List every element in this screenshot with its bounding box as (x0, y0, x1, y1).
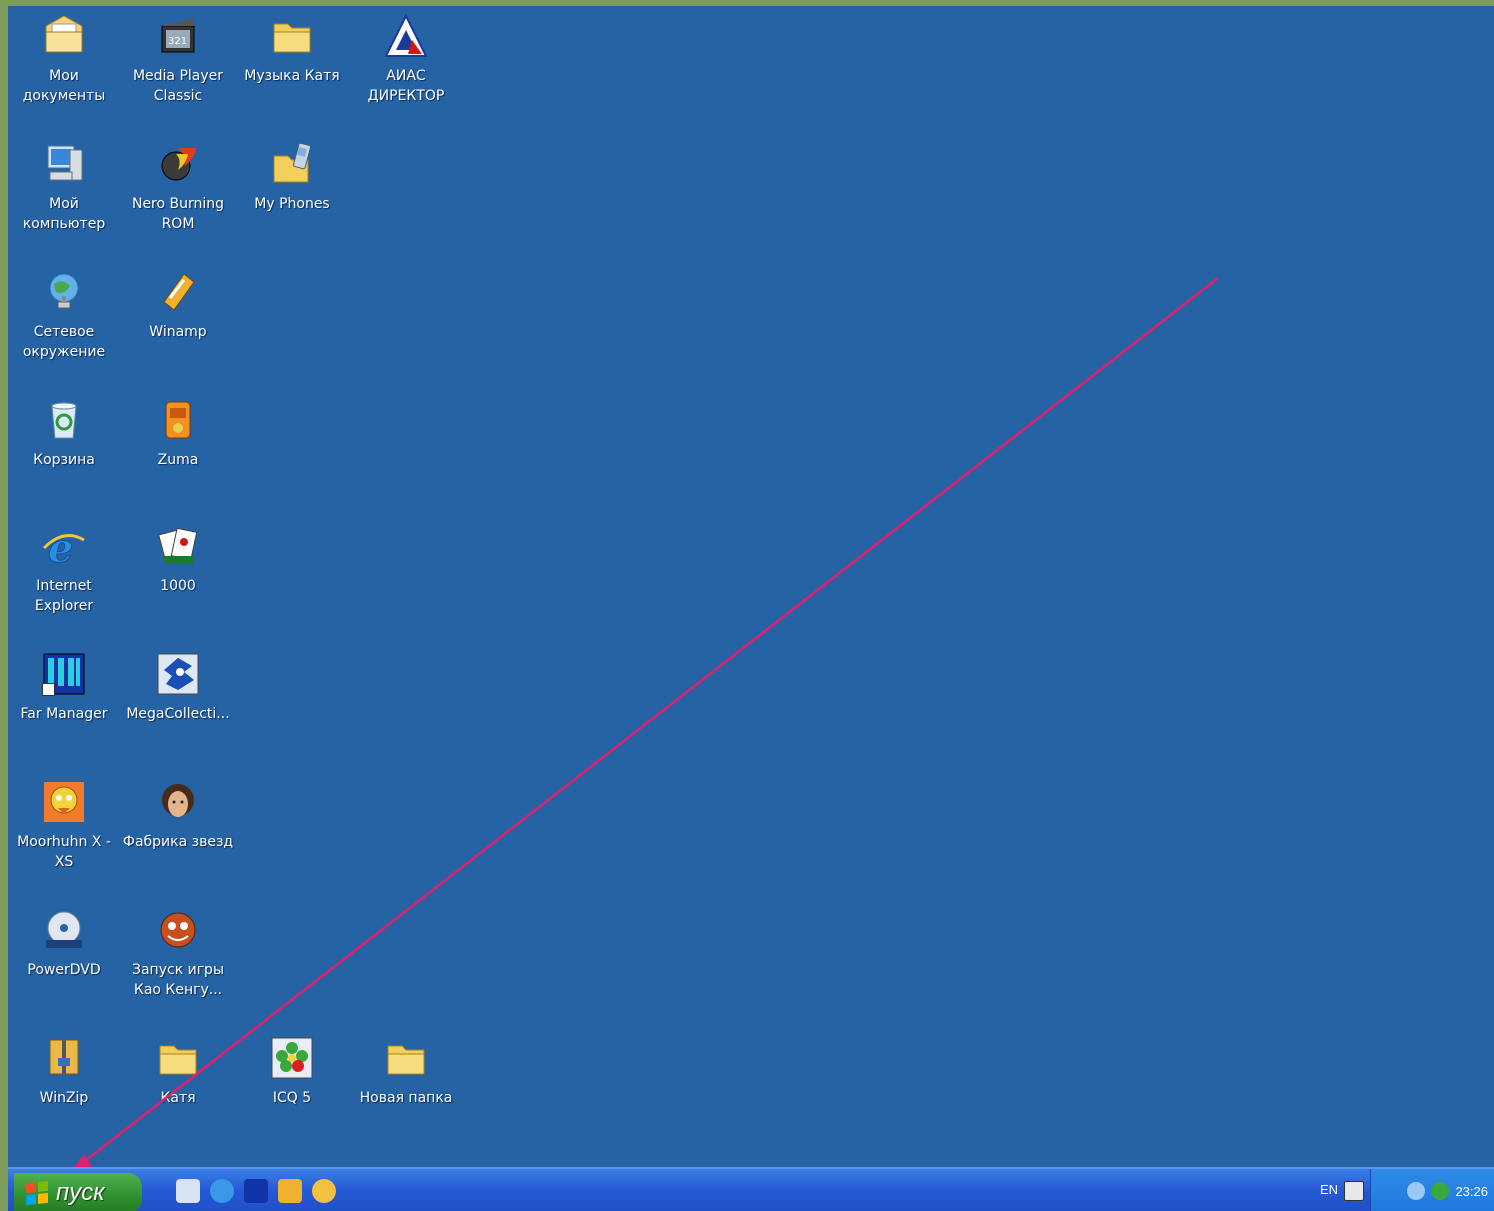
desktop-icon-label: MegaCollecti... (126, 706, 230, 722)
moorhuhn-icon (44, 782, 84, 822)
desktop-icon-star-factory[interactable]: Фабрика звезд (122, 772, 234, 890)
sonic-icon (157, 653, 199, 695)
desktop-icon-my-computer[interactable]: Мой компьютер (8, 134, 120, 252)
desktop-icon-label: Media Player Classic (132, 68, 224, 104)
desktop-icon-label: My Phones (254, 196, 330, 212)
folder-icon (273, 23, 311, 53)
desktop-icon-label: Сетевое окружение (22, 324, 106, 360)
desktop-icon-far-manager[interactable]: Far Manager (8, 644, 120, 762)
network-icon (49, 273, 79, 309)
desktop-icon-label: Zuma (157, 452, 199, 468)
kao-kangaroo-icon (160, 912, 196, 948)
desktop-icon-label: Мой компьютер (22, 196, 106, 232)
desktop-icon-label: Moorhuhn X - XS (17, 834, 111, 870)
desktop-icon-my-documents[interactable]: Мои документы (8, 6, 120, 124)
desktop-icon-label: Мои документы (22, 68, 106, 104)
cards-game-icon (158, 527, 198, 564)
recycle-bin-icon (51, 402, 77, 439)
start-label: пуск (56, 1179, 105, 1206)
desktop-icon-nero[interactable]: Nero Burning ROM (122, 134, 234, 252)
desktop-icon-label: WinZip (39, 1090, 89, 1106)
internet-explorer-icon[interactable] (210, 1179, 234, 1203)
desktop-icon-label: 1000 (160, 578, 196, 594)
desktop-icon-1000[interactable]: 1000 (122, 516, 234, 634)
aias-icon (384, 13, 428, 57)
desktop-icon-label: PowerDVD (27, 962, 101, 978)
start-button[interactable]: пуск (14, 1173, 142, 1211)
desktop-icon-winamp[interactable]: Winamp (122, 262, 234, 380)
desktop-icon-music-katya[interactable]: Музыка Катя (236, 6, 348, 124)
desktop-icon-label: Музыка Катя (244, 68, 340, 84)
winzip-icon (49, 1039, 79, 1075)
desktop-icon-label: Nero Burning ROM (131, 196, 225, 232)
desktop-icon-aias-director[interactable]: АИАС ДИРЕКТОР (350, 6, 462, 124)
folder-icon (159, 1045, 197, 1075)
powerdvd-icon (46, 911, 82, 948)
desktop-icon-powerdvd[interactable]: PowerDVD (8, 900, 120, 1018)
desktop-icon-label: Фабрика звезд (122, 834, 234, 850)
desktop-icon-icq[interactable]: ICQ 5 (236, 1028, 348, 1146)
desktop-icon-megacollection[interactable]: MegaCollecti... (122, 644, 234, 762)
desktop-icon-label: АИАС ДИРЕКТОР (367, 68, 445, 104)
desktop-icon-moorhuhn[interactable]: Moorhuhn X - XS (8, 772, 120, 890)
desktop-icon-label: ICQ 5 (272, 1090, 312, 1106)
desktop-icon-label: Новая папка (359, 1090, 453, 1106)
media-player-icon: 321 (161, 18, 195, 53)
svg-text:e: e (48, 525, 73, 570)
zuma-icon (165, 401, 191, 439)
nero-icon (161, 148, 196, 181)
winamp-icon[interactable] (278, 1179, 302, 1203)
my-documents-icon (45, 15, 83, 53)
media-icon[interactable] (312, 1179, 336, 1203)
winamp-icon (163, 273, 195, 311)
icq-icon (271, 1037, 313, 1079)
tray-arrow-icon[interactable] (1407, 1182, 1426, 1200)
desktop[interactable]: Мои документы Мой компьютер Сетевое окру… (8, 6, 1494, 1211)
desktop-icon-zuma[interactable]: Zuma (122, 390, 234, 508)
far-manager-icon[interactable] (244, 1179, 268, 1203)
system-tray: 23:26 (1370, 1169, 1494, 1211)
desktop-icon-label: Корзина (33, 452, 95, 468)
language-indicator[interactable]: EN (1320, 1182, 1338, 1197)
desktop-icon-label: Запуск игры Кao Кенгу... (132, 962, 224, 998)
desktop-icon-new-folder[interactable]: Новая папка (350, 1028, 462, 1146)
desktop-icon-my-phones[interactable]: My Phones (236, 134, 348, 252)
svg-text:321: 321 (168, 36, 187, 47)
desktop-icon-kao-kangaroo[interactable]: Запуск игры Кao Кенгу... (122, 900, 234, 1018)
keyboard-icon[interactable] (1344, 1181, 1364, 1201)
desktop-icon-winzip[interactable]: WinZip (8, 1028, 120, 1146)
desktop-icon-label: Far Manager (20, 706, 108, 722)
quick-launch (176, 1179, 336, 1203)
show-desktop-icon[interactable] (176, 1179, 200, 1203)
internet-explorer-icon: e (42, 525, 85, 570)
desktop-icon-label: Winamp (149, 324, 207, 340)
my-computer-icon (47, 145, 83, 181)
desktop-icon-internet-explorer[interactable]: e Internet Explorer (8, 516, 120, 634)
phones-folder-icon (273, 142, 311, 183)
desktop-icon-label: Катя (160, 1090, 196, 1106)
folder-icon (387, 1045, 425, 1075)
windows-logo-icon (26, 1180, 48, 1206)
star-factory-icon (162, 784, 194, 817)
desktop-icon-media-player-classic[interactable]: 321 Media Player Classic (122, 6, 234, 124)
desktop-icon-network[interactable]: Сетевое окружение (8, 262, 120, 380)
desktop-icon-katya[interactable]: Катя (122, 1028, 234, 1146)
desktop-icon-recycle-bin[interactable]: Корзина (8, 390, 120, 508)
taskbar: пуск EN 23:26 (8, 1167, 1494, 1211)
network-tray-icon[interactable] (1431, 1182, 1450, 1200)
desktop-icon-label: Internet Explorer (34, 578, 94, 614)
clock[interactable]: 23:26 (1455, 1184, 1488, 1199)
